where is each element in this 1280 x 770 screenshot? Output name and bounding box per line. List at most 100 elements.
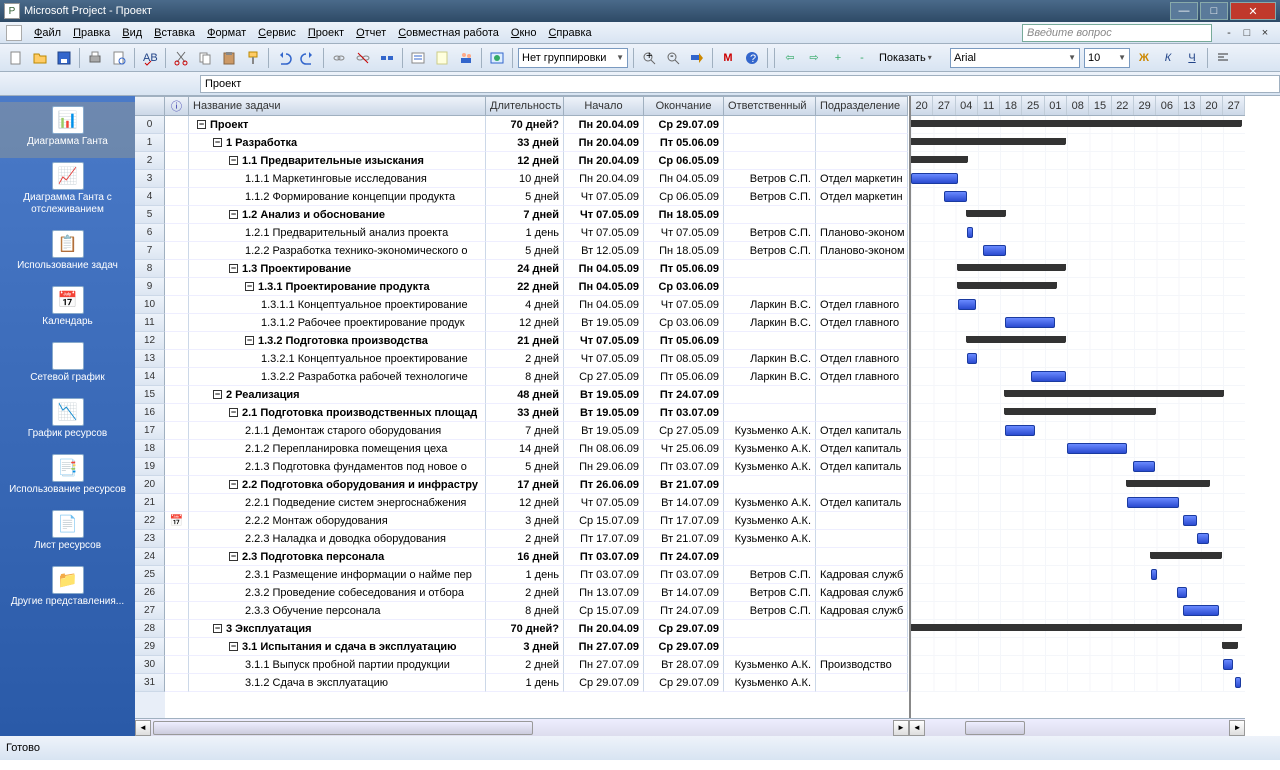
collapse-icon[interactable]: − xyxy=(229,210,238,219)
format-painter-icon[interactable] xyxy=(242,47,264,69)
menu-Правка[interactable]: Правка xyxy=(67,25,116,41)
collapse-icon[interactable]: − xyxy=(245,336,254,345)
arrow-up-icon[interactable]: + xyxy=(827,47,849,69)
zoom-out-icon[interactable]: - xyxy=(662,47,684,69)
summary-bar[interactable] xyxy=(1151,552,1221,559)
task-bar[interactable] xyxy=(1067,443,1127,454)
task-row[interactable]: 2.3.2 Проведение собеседования и отбора2… xyxy=(189,584,909,602)
ask-question-input[interactable]: Введите вопрос xyxy=(1022,24,1212,42)
arrow-left-icon[interactable]: ⇦ xyxy=(779,47,801,69)
task-notes-icon[interactable] xyxy=(431,47,453,69)
cut-icon[interactable] xyxy=(170,47,192,69)
task-row[interactable]: 1.3.2.2 Разработка рабочей технологиче8 … xyxy=(189,368,909,386)
summary-bar[interactable] xyxy=(911,156,967,163)
maximize-button[interactable]: □ xyxy=(1200,2,1228,20)
task-row[interactable]: 1.2.1 Предварительный анализ проекта1 де… xyxy=(189,224,909,242)
font-combo[interactable]: Arial▼ xyxy=(950,48,1080,68)
task-row[interactable]: 2.2.1 Подведение систем энергоснабжения1… xyxy=(189,494,909,512)
task-bar[interactable] xyxy=(1151,569,1157,580)
collapse-icon[interactable]: − xyxy=(213,138,222,147)
menu-Формат[interactable]: Формат xyxy=(201,25,252,41)
task-row[interactable]: 2.1.1 Демонтаж старого оборудования7 дне… xyxy=(189,422,909,440)
undo-icon[interactable] xyxy=(273,47,295,69)
task-bar[interactable] xyxy=(1183,605,1219,616)
gantt-chart[interactable]: 202704111825010815222906132027 xyxy=(909,96,1245,718)
summary-bar[interactable] xyxy=(1223,642,1237,649)
task-bar[interactable] xyxy=(1177,587,1187,598)
grid-hscroll[interactable]: ◄► xyxy=(135,718,909,736)
align-left-icon[interactable] xyxy=(1212,47,1234,69)
task-bar[interactable] xyxy=(1197,533,1209,544)
collapse-icon[interactable]: − xyxy=(245,282,254,291)
new-file-icon[interactable] xyxy=(5,47,27,69)
print-preview-icon[interactable] xyxy=(108,47,130,69)
menu-Окно[interactable]: Окно xyxy=(505,25,543,41)
collapse-icon[interactable]: − xyxy=(229,156,238,165)
task-row[interactable]: 1.1.1 Маркетинговые исследования10 днейП… xyxy=(189,170,909,188)
col-start[interactable]: Начало xyxy=(564,96,644,116)
task-bar[interactable] xyxy=(1183,515,1197,526)
task-grid[interactable]: Название задачи Длительность Начало Окон… xyxy=(189,96,909,718)
arrow-right-icon[interactable]: ⇨ xyxy=(803,47,825,69)
publish-icon[interactable] xyxy=(486,47,508,69)
task-row[interactable]: 3.1.2 Сдача в эксплуатацию1 деньСр 29.07… xyxy=(189,674,909,692)
sidebar-network[interactable]: 🗺Сетевой график xyxy=(0,338,135,394)
open-file-icon[interactable] xyxy=(29,47,51,69)
task-row[interactable]: −3.1 Испытания и сдача в эксплуатацию3 д… xyxy=(189,638,909,656)
task-row[interactable]: 2.2.2 Монтаж оборудования3 днейСр 15.07.… xyxy=(189,512,909,530)
summary-bar[interactable] xyxy=(1005,390,1223,397)
task-bar[interactable] xyxy=(983,245,1006,256)
col-name[interactable]: Название задачи xyxy=(189,96,486,116)
spellcheck-icon[interactable]: ABC xyxy=(139,47,161,69)
col-dept[interactable]: Подразделение xyxy=(816,96,908,116)
task-bar[interactable] xyxy=(1127,497,1179,508)
collapse-icon[interactable]: − xyxy=(229,480,238,489)
task-bar[interactable] xyxy=(958,299,976,310)
task-row[interactable]: 1.3.2.1 Концептуальное проектирование2 д… xyxy=(189,350,909,368)
task-row[interactable]: −3 Эксплуатация70 дней?Пн 20.04.09Ср 29.… xyxy=(189,620,909,638)
summary-bar[interactable] xyxy=(911,624,1241,631)
sidebar-calendar[interactable]: 📅Календарь xyxy=(0,282,135,338)
summary-bar[interactable] xyxy=(911,120,1241,127)
menu-Файл[interactable]: Файл xyxy=(28,25,67,41)
copy-icon[interactable] xyxy=(194,47,216,69)
close-button[interactable]: ✕ xyxy=(1230,2,1276,20)
task-row[interactable]: −1.2 Анализ и обоснование7 днейЧт 07.05.… xyxy=(189,206,909,224)
task-row[interactable]: 1.3.1.1 Концептуальное проектирование4 д… xyxy=(189,296,909,314)
task-row[interactable]: 2.3.3 Обучение персонала8 днейСр 15.07.0… xyxy=(189,602,909,620)
task-row[interactable]: 2.1.3 Подготовка фундаментов под новое о… xyxy=(189,458,909,476)
collapse-icon[interactable]: − xyxy=(229,408,238,417)
task-row[interactable]: −1.1 Предварительные изыскания12 днейПн … xyxy=(189,152,909,170)
task-bar[interactable] xyxy=(1133,461,1155,472)
gantt-hscroll[interactable]: ◄► xyxy=(909,718,1245,736)
task-row[interactable]: −2.2 Подготовка оборудования и инфрастру… xyxy=(189,476,909,494)
grouping-combo[interactable]: Нет группировки▼ xyxy=(518,48,628,68)
split-task-icon[interactable] xyxy=(376,47,398,69)
arrow-down-icon[interactable]: - xyxy=(851,47,873,69)
paste-icon[interactable] xyxy=(218,47,240,69)
menu-Проект[interactable]: Проект xyxy=(302,25,350,41)
task-row[interactable]: −1.3 Проектирование24 днейПн 04.05.09Пт … xyxy=(189,260,909,278)
unlink-icon[interactable] xyxy=(352,47,374,69)
entry-field[interactable]: Проект xyxy=(200,75,1280,93)
fontsize-combo[interactable]: 10▼ xyxy=(1084,48,1130,68)
task-row[interactable]: −1.3.1 Проектирование продукта22 днейПн … xyxy=(189,278,909,296)
menu-Вставка[interactable]: Вставка xyxy=(148,25,201,41)
zoom-in-icon[interactable]: + xyxy=(638,47,660,69)
menu-Справка[interactable]: Справка xyxy=(542,25,597,41)
goto-task-icon[interactable] xyxy=(686,47,708,69)
summary-bar[interactable] xyxy=(911,138,1065,145)
menu-Совместная работа[interactable]: Совместная работа xyxy=(392,25,505,41)
task-row[interactable]: 1.3.1.2 Рабочее проектирование продук12 … xyxy=(189,314,909,332)
sidebar-resgraph[interactable]: 📉График ресурсов xyxy=(0,394,135,450)
task-row[interactable]: −1.3.2 Подготовка производства21 днейЧт … xyxy=(189,332,909,350)
link-insert-icon[interactable] xyxy=(328,47,350,69)
collapse-icon[interactable]: − xyxy=(229,552,238,561)
task-row[interactable]: 2.1.2 Перепланировка помещения цеха14 дн… xyxy=(189,440,909,458)
show-combo[interactable]: Показать▾ xyxy=(876,48,946,68)
summary-bar[interactable] xyxy=(958,264,1065,271)
task-row[interactable]: 2.3.1 Размещение информации о найме пер1… xyxy=(189,566,909,584)
doc-minimize-button[interactable]: - xyxy=(1221,25,1237,41)
task-bar[interactable] xyxy=(1223,659,1233,670)
task-row[interactable]: −Проект70 дней?Пн 20.04.09Ср 29.07.09 xyxy=(189,116,909,134)
